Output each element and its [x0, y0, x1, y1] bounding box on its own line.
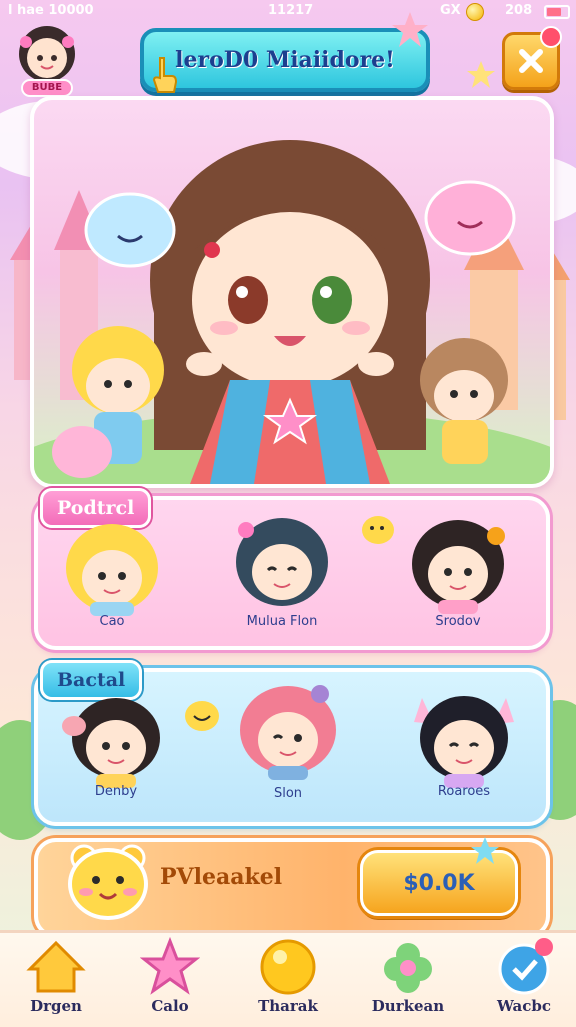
- signal-text: l hae 10000: [8, 3, 94, 18]
- character-name: Srodov: [435, 614, 481, 629]
- hero-illustration: [34, 140, 550, 484]
- character-card[interactable]: Slon: [228, 678, 348, 810]
- character-name: Slon: [273, 786, 303, 801]
- character-portrait: [236, 518, 328, 606]
- star-icon: [467, 61, 495, 88]
- character-card[interactable]: Cao: [52, 516, 172, 636]
- profile-avatar[interactable]: BUBE: [12, 22, 82, 100]
- flower-icon: [384, 943, 432, 993]
- home-icon: [26, 940, 86, 993]
- nav-item-pets[interactable]: Calo: [122, 933, 218, 1027]
- bottom-nav: Drgen Calo Tharak Durkean Wacbc: [0, 930, 576, 1027]
- character-portrait: [66, 524, 158, 616]
- page-title: leroD0 Miaiidore!: [175, 47, 395, 73]
- character-name: Denby: [94, 784, 138, 799]
- nav-item-orb[interactable]: Tharak: [240, 933, 336, 1027]
- character-name: Mulua Flon: [246, 614, 318, 629]
- blob-pet-icon: [185, 701, 219, 731]
- nav-label: Tharak: [258, 997, 318, 1015]
- nav-label: Wacbc: [496, 997, 552, 1015]
- nav-label: Calo: [151, 997, 189, 1015]
- nav-label: Drgen: [30, 997, 82, 1015]
- status-bar: l hae 10000 11217 GX 208: [0, 0, 576, 24]
- battery-icon: [544, 5, 570, 19]
- star-pet-icon: [140, 937, 200, 995]
- coin-count: 208: [505, 3, 533, 18]
- title-banner: leroD0 Miaiidore!: [140, 28, 430, 92]
- blob-pet-icon: [362, 516, 394, 544]
- character-card[interactable]: Roaroes: [404, 684, 524, 810]
- offer-title: PVleaakel: [160, 864, 283, 890]
- network-text: GX: [440, 3, 461, 18]
- character-portrait: [240, 685, 336, 780]
- nav-label: Durkean: [371, 997, 445, 1015]
- notification-dot: [540, 26, 562, 48]
- star-icon: [471, 837, 499, 864]
- character-portrait: [414, 696, 514, 788]
- character-card[interactable]: Mulua Flon: [222, 508, 342, 636]
- character-name: Cao: [99, 614, 125, 629]
- character-card[interactable]: Srodov: [398, 510, 518, 636]
- nav-item-garden[interactable]: Durkean: [360, 933, 456, 1027]
- profile-badge-label: BUBE: [31, 82, 63, 93]
- star-icon: [392, 12, 428, 47]
- heart-badge-icon: [498, 938, 553, 995]
- clock-text: 11217: [268, 3, 314, 18]
- close-icon: [519, 49, 543, 73]
- pointer-hand-icon: [152, 57, 178, 93]
- character-name: Roaroes: [437, 784, 491, 799]
- bear-mascot-icon: [68, 844, 148, 920]
- character-portrait: [412, 520, 505, 614]
- hero-showcase[interactable]: [30, 96, 554, 488]
- orb-icon: [260, 939, 316, 995]
- nav-item-home[interactable]: Drgen: [8, 933, 104, 1027]
- nav-item-social[interactable]: Wacbc: [476, 933, 572, 1027]
- character-card[interactable]: Denby: [56, 690, 176, 810]
- character-portrait: [62, 698, 160, 788]
- coin-icon: [466, 3, 484, 21]
